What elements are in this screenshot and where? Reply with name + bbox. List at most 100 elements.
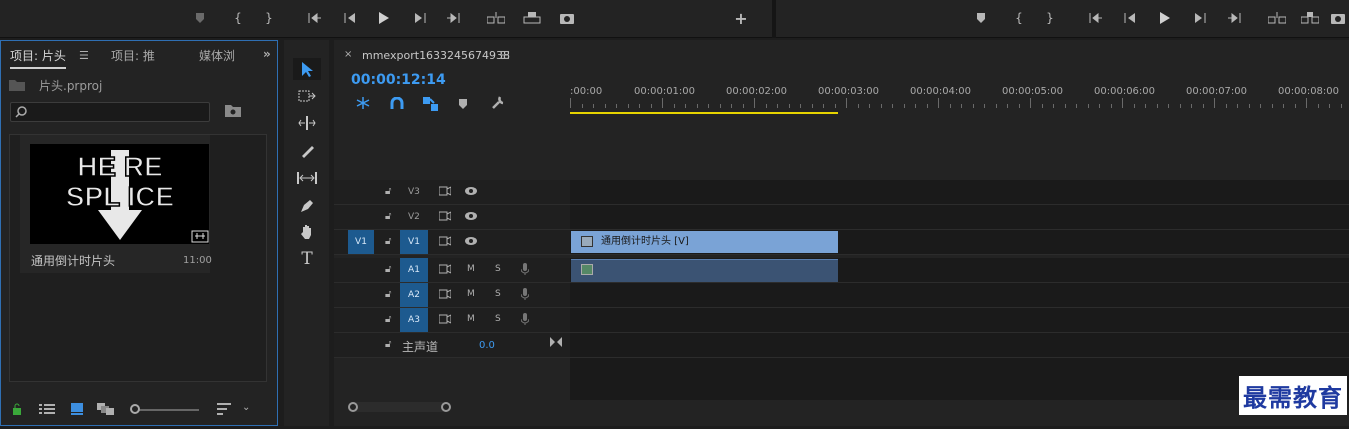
- mark-out-icon[interactable]: }: [259, 8, 279, 28]
- program-mark-in-icon[interactable]: {: [1009, 8, 1029, 28]
- eye-icon[interactable]: [465, 186, 477, 196]
- track-lane[interactable]: [570, 333, 1349, 357]
- sequence-tab[interactable]: mmexport1633245674938: [362, 49, 510, 62]
- lock-icon[interactable]: [12, 403, 22, 415]
- time-ruler[interactable]: :00:00 00:00:01:00 00:00:02:00 00:00:03:00 0…: [570, 78, 1349, 114]
- search-input[interactable]: [10, 102, 210, 122]
- type-tool-icon[interactable]: T: [293, 248, 321, 270]
- program-go-to-in-icon[interactable]: [1086, 8, 1106, 28]
- track-lane[interactable]: [570, 283, 1349, 307]
- go-to-end-icon[interactable]: [550, 337, 562, 347]
- program-step-back-icon[interactable]: [1120, 8, 1140, 28]
- sync-lock-icon[interactable]: [439, 314, 451, 324]
- lock-icon[interactable]: 🔓︎: [385, 339, 391, 350]
- media-item[interactable]: HE RE SPL ICE 通用倒计时片头 11:00: [20, 135, 212, 273]
- program-go-to-out-icon[interactable]: [1224, 8, 1244, 28]
- ripple-edit-tool-icon[interactable]: [293, 112, 321, 134]
- eye-icon[interactable]: [465, 236, 477, 246]
- play-icon[interactable]: [374, 8, 394, 28]
- track-target-v1[interactable]: V1: [400, 230, 428, 254]
- sync-lock-icon[interactable]: [439, 211, 451, 221]
- program-step-forward-icon[interactable]: [1190, 8, 1210, 28]
- sort-icon[interactable]: [217, 403, 231, 415]
- tab-project-header[interactable]: 项目: 片头: [10, 47, 66, 69]
- source-patch-v1[interactable]: V1: [348, 230, 374, 254]
- add-button-icon[interactable]: +: [731, 8, 751, 28]
- program-mark-out-icon[interactable]: }: [1040, 8, 1060, 28]
- microphone-icon[interactable]: [521, 263, 529, 275]
- lock-icon[interactable]: 🔓︎: [385, 264, 391, 275]
- pen-tool-icon[interactable]: [293, 195, 321, 217]
- track-target-a1[interactable]: A1: [400, 258, 428, 282]
- zoom-slider[interactable]: [131, 409, 199, 411]
- lift-icon[interactable]: [1267, 8, 1287, 28]
- playhead-timecode[interactable]: 00:00:12:14: [351, 72, 446, 88]
- scroll-handle-right[interactable]: [441, 402, 451, 412]
- audio-clip[interactable]: [571, 259, 838, 282]
- tab-media-browser[interactable]: 媒体浏: [199, 47, 235, 64]
- track-lane[interactable]: [570, 180, 1349, 204]
- solo-button[interactable]: S: [495, 289, 501, 299]
- sync-lock-icon[interactable]: [439, 236, 451, 246]
- extract-icon[interactable]: [1300, 8, 1320, 28]
- lock-icon[interactable]: 🔓︎: [385, 289, 391, 300]
- hand-tool-icon[interactable]: [293, 221, 321, 243]
- linked-selection-icon[interactable]: [423, 97, 439, 111]
- lock-icon[interactable]: 🔓︎: [385, 211, 391, 222]
- more-tabs-icon[interactable]: »: [263, 47, 271, 61]
- program-add-marker-icon[interactable]: [971, 8, 991, 28]
- mark-in-icon[interactable]: {: [228, 8, 248, 28]
- scroll-handle-left[interactable]: [348, 402, 358, 412]
- zoom-slider-handle[interactable]: [130, 404, 140, 414]
- work-area-bar[interactable]: [570, 112, 838, 114]
- chevron-down-icon[interactable]: ⌄: [242, 402, 250, 413]
- selection-tool-icon[interactable]: [293, 58, 321, 80]
- panel-menu-icon[interactable]: ☰: [79, 49, 89, 62]
- lock-icon[interactable]: 🔓︎: [385, 314, 391, 325]
- solo-button[interactable]: S: [495, 314, 501, 324]
- mute-button[interactable]: M: [467, 289, 475, 299]
- timeline-menu-icon[interactable]: ☰: [500, 49, 510, 62]
- video-clip[interactable]: 通用倒计时片头 [V]: [571, 231, 838, 253]
- add-marker-icon[interactable]: [190, 8, 210, 28]
- master-volume[interactable]: 0.0: [479, 340, 495, 351]
- sync-lock-icon[interactable]: [439, 264, 451, 274]
- go-to-in-icon[interactable]: [305, 8, 325, 28]
- sync-lock-icon[interactable]: [439, 289, 451, 299]
- tab-project-push[interactable]: 项目: 推: [111, 47, 155, 64]
- track-lane[interactable]: [570, 205, 1349, 229]
- insert-icon[interactable]: [486, 8, 506, 28]
- add-marker-icon[interactable]: [458, 98, 468, 109]
- list-view-icon[interactable]: [39, 404, 55, 414]
- program-play-icon[interactable]: [1155, 8, 1175, 28]
- eye-icon[interactable]: [465, 211, 477, 221]
- track-lane[interactable]: [570, 308, 1349, 332]
- program-export-frame-icon[interactable]: [1328, 8, 1348, 28]
- overwrite-icon[interactable]: [522, 8, 542, 28]
- lock-icon[interactable]: 🔓︎: [385, 186, 391, 197]
- freeform-view-icon[interactable]: [97, 403, 115, 415]
- step-forward-icon[interactable]: [410, 8, 430, 28]
- track-target-a2[interactable]: A2: [400, 283, 428, 307]
- wrench-icon[interactable]: [491, 96, 505, 110]
- icon-view-icon[interactable]: [71, 403, 83, 415]
- track-target-a3[interactable]: A3: [400, 308, 428, 332]
- slip-tool-icon[interactable]: [293, 167, 321, 189]
- new-bin-icon[interactable]: [225, 104, 241, 117]
- export-frame-icon[interactable]: [557, 8, 577, 28]
- track-select-tool-icon[interactable]: [293, 85, 321, 107]
- snap-icon[interactable]: [390, 97, 404, 109]
- step-back-icon[interactable]: [340, 8, 360, 28]
- lock-icon[interactable]: 🔓︎: [385, 236, 391, 247]
- nest-toggle-icon[interactable]: [356, 97, 370, 109]
- mute-button[interactable]: M: [467, 264, 475, 274]
- close-icon[interactable]: ×: [344, 49, 352, 60]
- mute-button[interactable]: M: [467, 314, 475, 324]
- razor-tool-icon[interactable]: [293, 140, 321, 162]
- sync-lock-icon[interactable]: [439, 186, 451, 196]
- microphone-icon[interactable]: [521, 288, 529, 300]
- microphone-icon[interactable]: [521, 313, 529, 325]
- go-to-out-icon[interactable]: [443, 8, 463, 28]
- timeline-zoom-scrollbar[interactable]: [348, 402, 451, 412]
- solo-button[interactable]: S: [495, 264, 501, 274]
